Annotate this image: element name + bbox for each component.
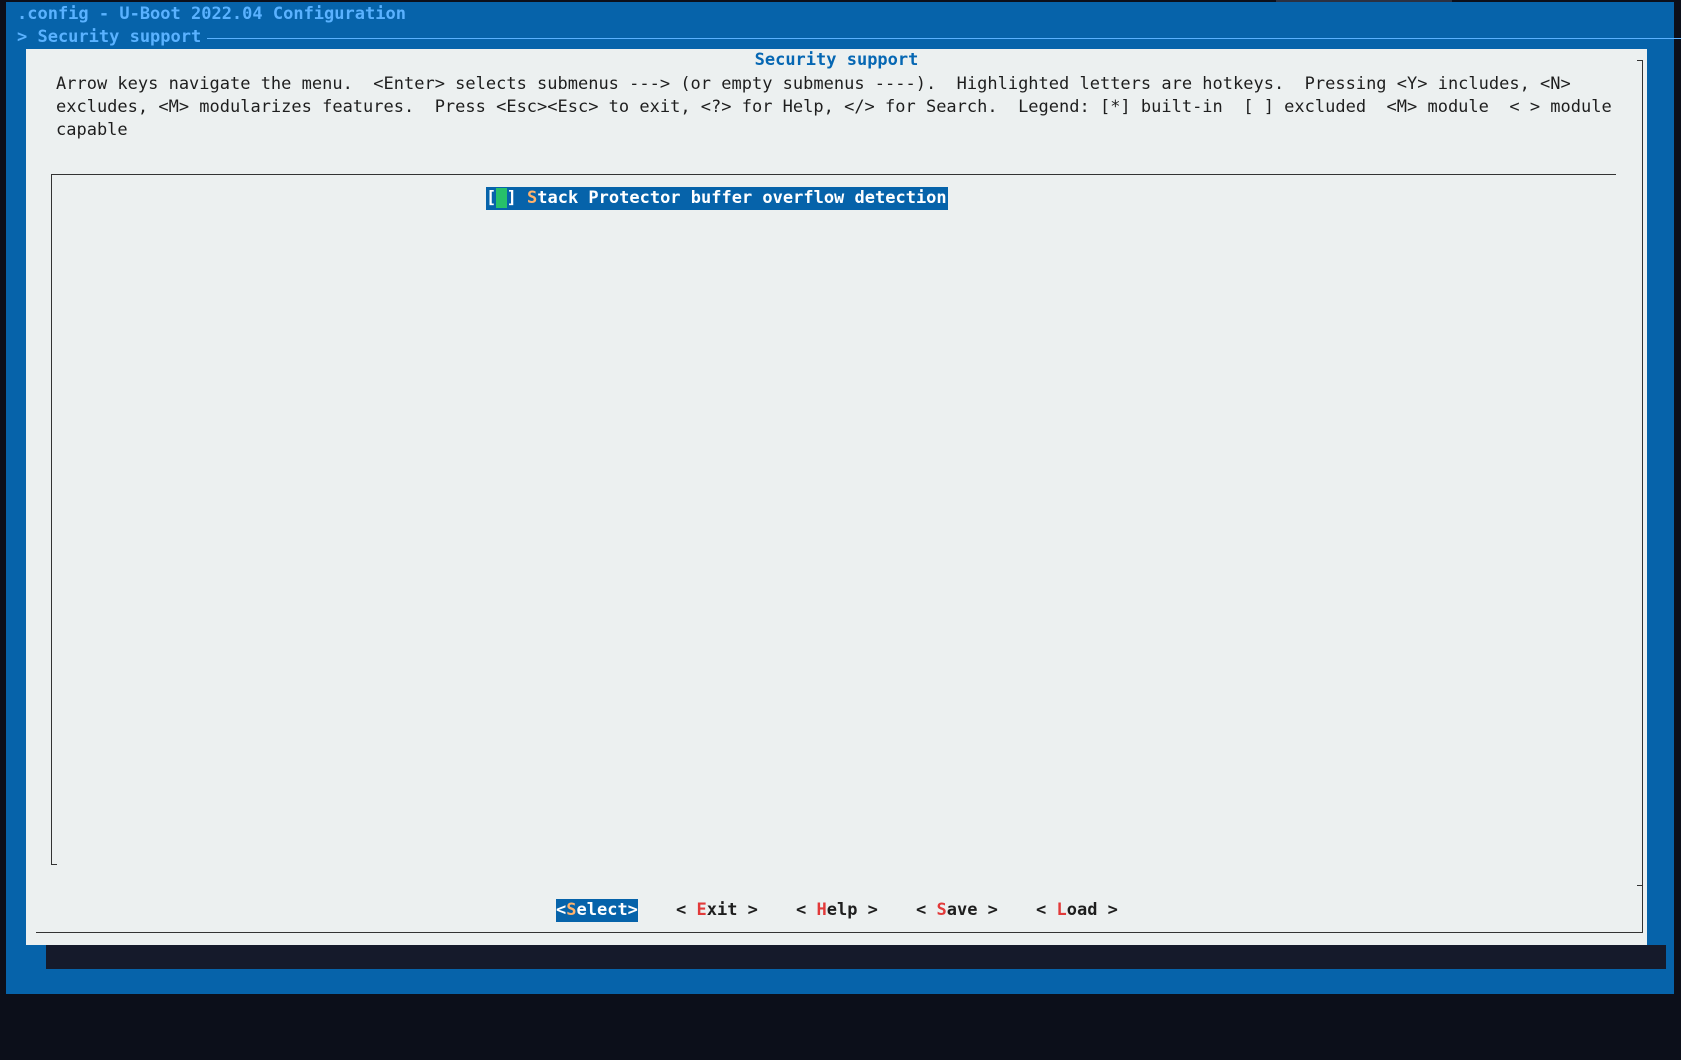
- menu-list[interactable]: [51, 174, 1616, 865]
- button-bracket: <: [556, 900, 567, 920]
- save-button[interactable]: < Save >: [916, 899, 998, 922]
- button-label: oad >: [1066, 900, 1118, 920]
- breadcrumb: > Security support: [17, 27, 202, 47]
- dialog-title: Security support: [754, 50, 919, 70]
- terminal-window: .config - U-Boot 2022.04 Configuration >…: [0, 0, 1681, 995]
- config-title: .config - U-Boot 2022.04 Configuration: [17, 4, 406, 24]
- dialog-bottom-border: [36, 932, 1643, 933]
- dialog-shadow: [46, 945, 1666, 969]
- breadcrumb-rule: [207, 38, 1681, 39]
- button-bracket: <: [676, 900, 697, 920]
- button-bracket: <: [916, 900, 937, 920]
- menu-item-hotkey: S: [527, 188, 538, 208]
- checkbox-close[interactable]: ]: [507, 188, 517, 208]
- dialog-border-tick: [1637, 60, 1643, 61]
- button-label: elect>: [576, 900, 638, 920]
- help-button[interactable]: < Help >: [796, 899, 878, 922]
- button-bracket: <: [1036, 900, 1057, 920]
- button-bracket: <: [796, 900, 817, 920]
- button-hotkey: L: [1056, 900, 1067, 920]
- exit-button[interactable]: < Exit >: [676, 899, 758, 922]
- checkbox-open[interactable]: [: [486, 188, 496, 208]
- menu-list-corner: [51, 864, 57, 865]
- button-hotkey: S: [566, 900, 577, 920]
- select-button[interactable]: <Select>: [556, 899, 638, 922]
- load-button[interactable]: < Load >: [1036, 899, 1118, 922]
- button-bar: <Select> < Exit > < Help > < Save > < Lo…: [0, 899, 1681, 922]
- dialog-right-border: [1642, 60, 1643, 886]
- button-label: xit >: [706, 900, 758, 920]
- button-label: elp >: [826, 900, 878, 920]
- button-hotkey: E: [696, 900, 707, 920]
- menu-item-label: tack Protector buffer overflow detection: [537, 188, 947, 208]
- button-hotkey: S: [936, 900, 947, 920]
- menu-item-stack-protector[interactable]: [_] Stack Protector buffer overflow dete…: [486, 187, 948, 210]
- checkbox-cursor[interactable]: _: [496, 188, 507, 208]
- button-label: ave >: [946, 900, 998, 920]
- help-text: Arrow keys navigate the menu. <Enter> se…: [56, 74, 1622, 140]
- button-hotkey: H: [816, 900, 827, 920]
